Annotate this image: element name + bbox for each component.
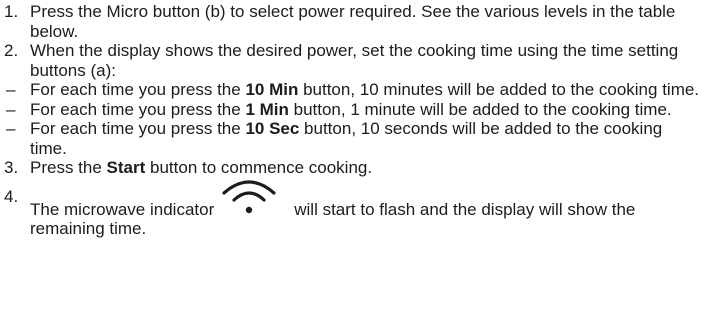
bullet-text-pre: For each time you press the	[30, 99, 246, 119]
step-number: 1.	[4, 2, 19, 21]
step-number: 3.	[4, 158, 19, 177]
step-number: 4.	[4, 186, 19, 206]
dash-marker: –	[6, 99, 16, 119]
step-text-pre: Press the	[30, 158, 107, 177]
bullet-1-min: – For each time you press the 1 Min butt…	[4, 100, 702, 120]
step-button-name: Start	[106, 158, 146, 177]
bullet-text: For each time you press the 1 Min button…	[30, 100, 702, 120]
bullet-text: For each time you press the 10 Sec butto…	[30, 119, 702, 158]
bullet-text-pre: For each time you press the	[30, 80, 246, 99]
step-text: When the display shows the desired power…	[30, 41, 679, 80]
bullet-button-name: 10 Min	[245, 80, 299, 99]
dash-marker: –	[6, 80, 16, 99]
step-text: The microwave indicator will start to fla…	[30, 179, 702, 239]
microwave-indicator-icon	[220, 179, 278, 217]
step-1: 1. Press the Micro button (b) to select …	[4, 2, 702, 41]
instructions-document: 1. Press the Micro button (b) to select …	[0, 0, 708, 316]
bullet-10-sec: – For each time you press the 10 Sec but…	[4, 119, 702, 158]
bullet-text-pre: For each time you press the	[30, 119, 246, 138]
bullet-text-post: button, 10 minutes will be added to the …	[298, 80, 700, 99]
step-2: 2. When the display shows the desired po…	[4, 41, 702, 80]
dash-marker: –	[6, 119, 16, 138]
bullet-button-name: 10 Sec	[245, 119, 300, 138]
step-text-pre: The microwave indicator	[30, 199, 215, 219]
step-number: 2.	[4, 41, 19, 60]
bullet-10-min: – For each time you press the 10 Min but…	[4, 80, 702, 100]
bullet-text: For each time you press the 10 Min butto…	[30, 80, 702, 100]
step-text: Press the Micro button (b) to select pow…	[30, 2, 676, 41]
step-3: 3. Press the Start button to commence co…	[4, 158, 702, 178]
step-text-post: button to commence cooking.	[145, 158, 373, 177]
bullet-button-name: 1 Min	[245, 99, 289, 119]
step-4: 4. The microwave indicator will start to …	[4, 179, 702, 239]
step-text: Press the Start button to commence cooki…	[30, 158, 702, 178]
bullet-text-post: button, 1 minute will be added to the co…	[288, 99, 672, 119]
